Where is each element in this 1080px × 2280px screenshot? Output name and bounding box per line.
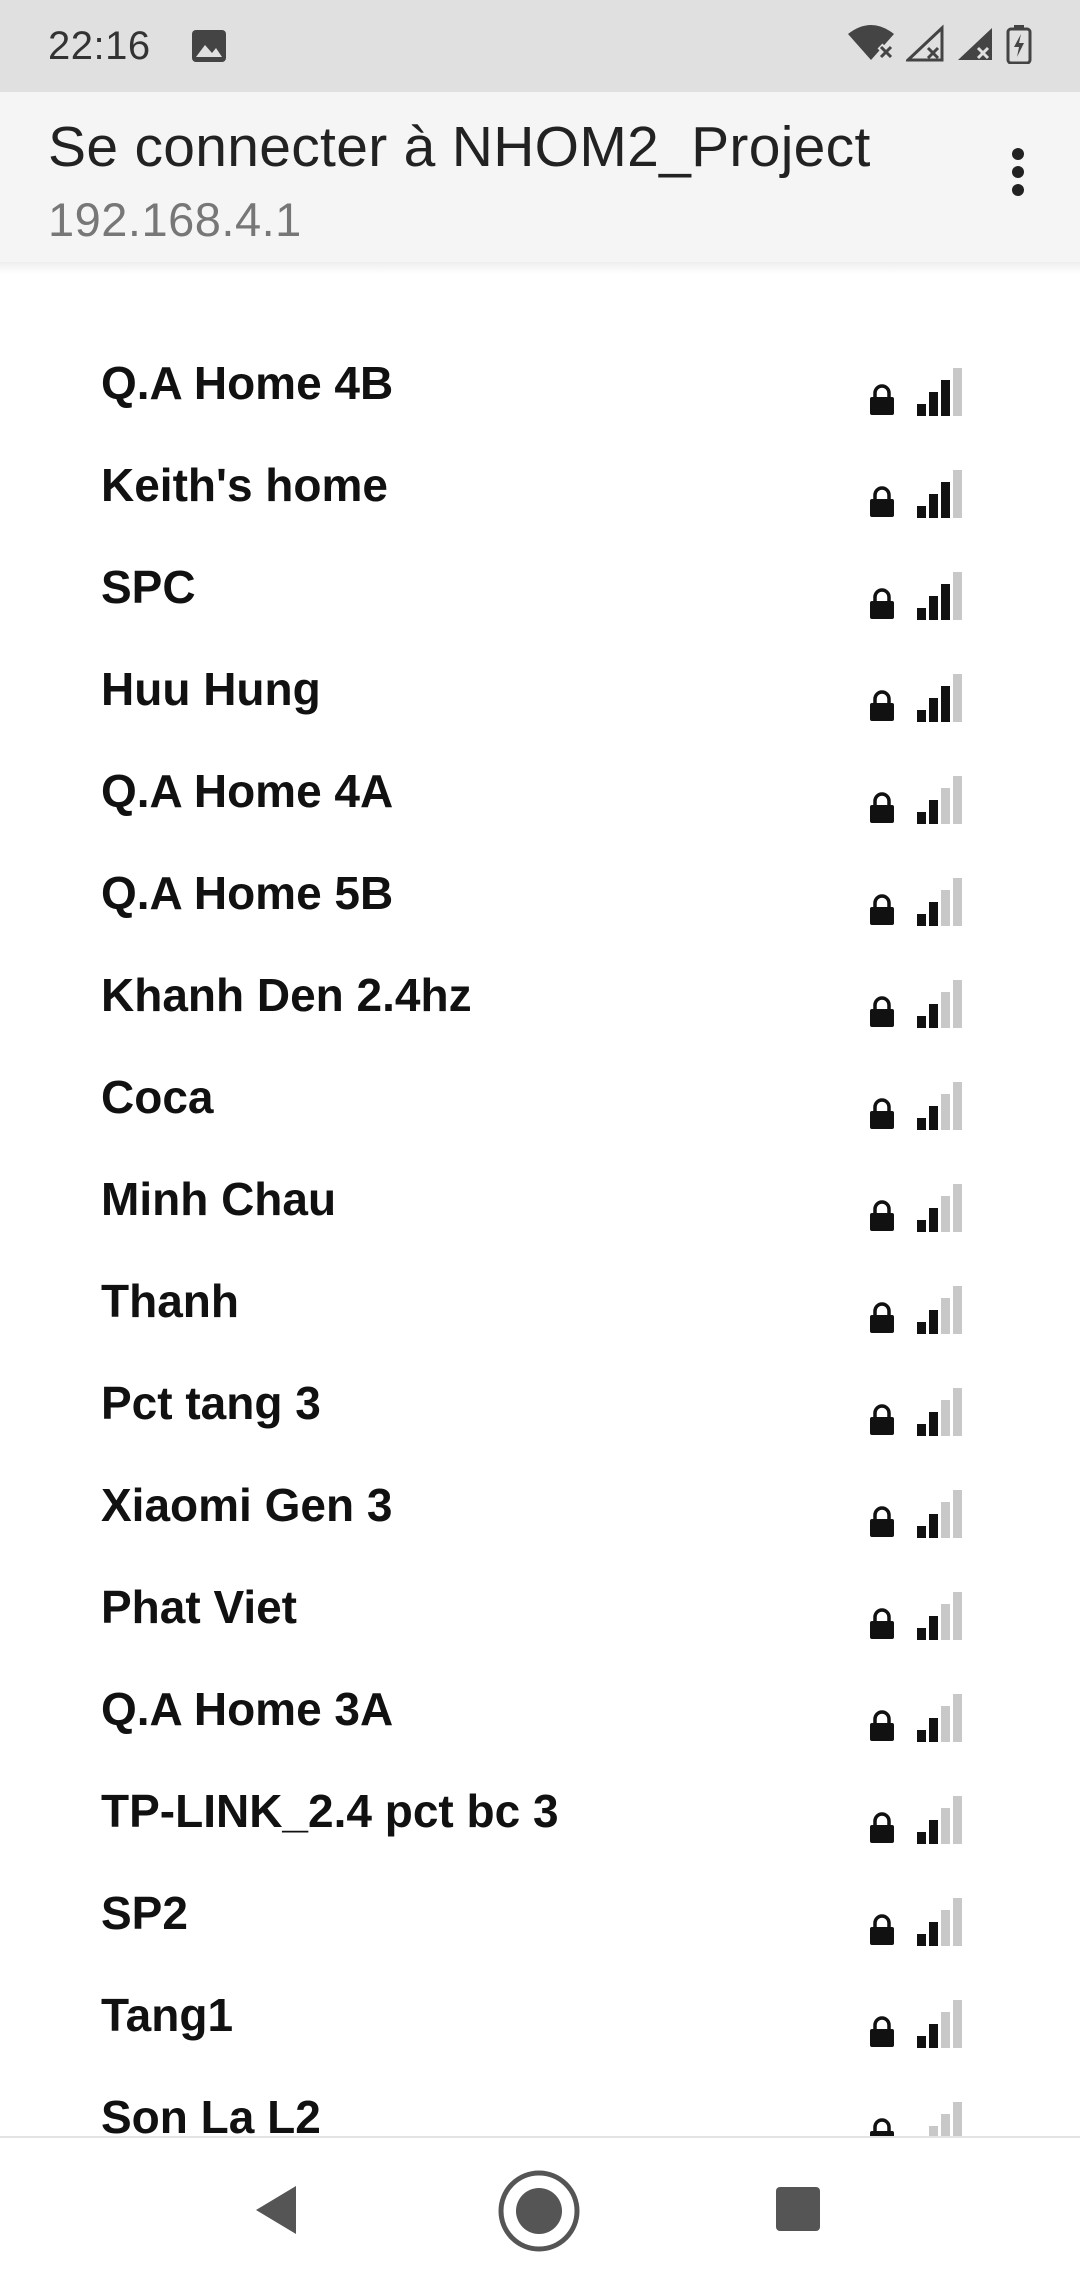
wifi-off-icon [846,24,896,69]
wifi-network-item[interactable]: Minh Chau [0,1150,1080,1252]
status-time: 22:16 [48,23,151,68]
lock-icon [870,1710,894,1741]
lock-icon [870,2118,894,2136]
wifi-network-item[interactable]: Thanh [0,1252,1080,1354]
wifi-network-item[interactable]: Phat Viet [0,1558,1080,1660]
wifi-signal-icon [917,572,962,620]
lock-icon [870,1812,894,1843]
wifi-network-name: Xiaomi Gen 3 [101,1479,393,1531]
lock-icon [870,894,894,925]
more-vert-icon[interactable] [998,142,1038,202]
lock-icon [870,1506,894,1537]
wifi-network-item[interactable]: Q.A Home 4B [0,334,1080,436]
wifi-network-name: Phat Viet [101,1581,297,1633]
lock-icon [870,1098,894,1129]
wifi-network-name: Thanh [101,1275,239,1327]
wifi-network-item[interactable]: Q.A Home 4A [0,742,1080,844]
lock-icon [870,792,894,823]
page-title: Se connecter à NHOM2_Project [48,115,871,179]
wifi-signal-icon [917,1388,962,1436]
lock-icon [870,1608,894,1639]
wifi-network-item[interactable]: Huu Hung [0,640,1080,742]
header: Se connecter à NHOM2_Project 192.168.4.1 [0,92,1080,262]
lock-icon [870,486,894,517]
signal-no-data-icon [904,24,946,69]
battery-charging-icon [1006,24,1032,69]
wifi-signal-icon [917,470,962,518]
wifi-network-name: Tang1 [101,1989,234,2041]
wifi-network-name: Khanh Den 2.4hz [101,969,472,1021]
wifi-network-item[interactable]: Pct tang 3 [0,1354,1080,1456]
wifi-network-item[interactable]: Son La L2 [0,2068,1080,2136]
wifi-signal-icon [917,1184,962,1232]
wifi-network-name: SP2 [101,1887,188,1939]
status-icons [846,24,1032,69]
wifi-network-name: Q.A Home 5B [101,867,394,919]
wifi-network-item[interactable]: Khanh Den 2.4hz [0,946,1080,1048]
lock-icon [870,690,894,721]
wifi-network-name: Keith's home [101,459,388,511]
wifi-signal-icon [917,1694,962,1742]
wifi-network-item[interactable]: Q.A Home 3A [0,1660,1080,1762]
recents-icon[interactable] [774,2185,822,2233]
wifi-signal-icon [917,776,962,824]
lock-icon [870,588,894,619]
wifi-signal-icon [917,2000,962,2048]
wifi-signal-icon [917,368,962,416]
wifi-network-name: TP-LINK_2.4 pct bc 3 [101,1785,559,1837]
wifi-network-name: SPC [101,561,196,613]
wifi-network-item[interactable]: Xiaomi Gen 3 [0,1456,1080,1558]
wifi-network-item[interactable]: SPC [0,538,1080,640]
wifi-network-name: Q.A Home 3A [101,1683,394,1735]
wifi-network-item[interactable]: Tang1 [0,1966,1080,2068]
wifi-network-item[interactable]: Keith's home [0,436,1080,538]
status-bar: 22:16 [0,0,1080,92]
page-subtitle: 192.168.4.1 [48,193,302,246]
wifi-signal-icon [917,1082,962,1130]
home-icon[interactable] [496,2168,582,2254]
wifi-signal-icon [917,1796,962,1844]
wifi-signal-icon [917,1898,962,1946]
wifi-network-name: Q.A Home 4A [101,765,394,817]
wifi-network-name: Son La L2 [101,2091,321,2136]
lock-icon [870,1200,894,1231]
wifi-network-name: Minh Chau [101,1173,337,1225]
lock-icon [870,384,894,415]
wifi-network-item[interactable]: TP-LINK_2.4 pct bc 3 [0,1762,1080,1864]
navigation-bar [0,2136,1080,2280]
wifi-signal-icon [917,1490,962,1538]
wifi-signal-icon [917,878,962,926]
lock-icon [870,1302,894,1333]
signal-no-data-icon [956,24,996,69]
wifi-network-name: Pct tang 3 [101,1377,321,1429]
lock-icon [870,2016,894,2047]
wifi-network-item[interactable]: Q.A Home 5B [0,844,1080,946]
wifi-network-item[interactable]: Coca [0,1048,1080,1150]
wifi-signal-icon [917,674,962,722]
wifi-network-name: Q.A Home 4B [101,357,394,409]
header-divider [0,262,1080,274]
lock-icon [870,1914,894,1945]
wifi-signal-icon [917,980,962,1028]
wifi-signal-icon [917,1592,962,1640]
wifi-network-name: Huu Hung [101,663,321,715]
wifi-signal-icon [917,1286,962,1334]
wifi-network-list: Q.A Home 4B Keith's home SPC Huu Hung Q.A Ho… [0,284,1080,2136]
back-icon[interactable] [250,2182,302,2238]
image-icon [191,29,227,63]
wifi-network-name: Coca [101,1071,214,1123]
wifi-network-item[interactable]: SP2 [0,1864,1080,1966]
lock-icon [870,996,894,1027]
wifi-signal-icon [929,2102,962,2136]
lock-icon [870,1404,894,1435]
